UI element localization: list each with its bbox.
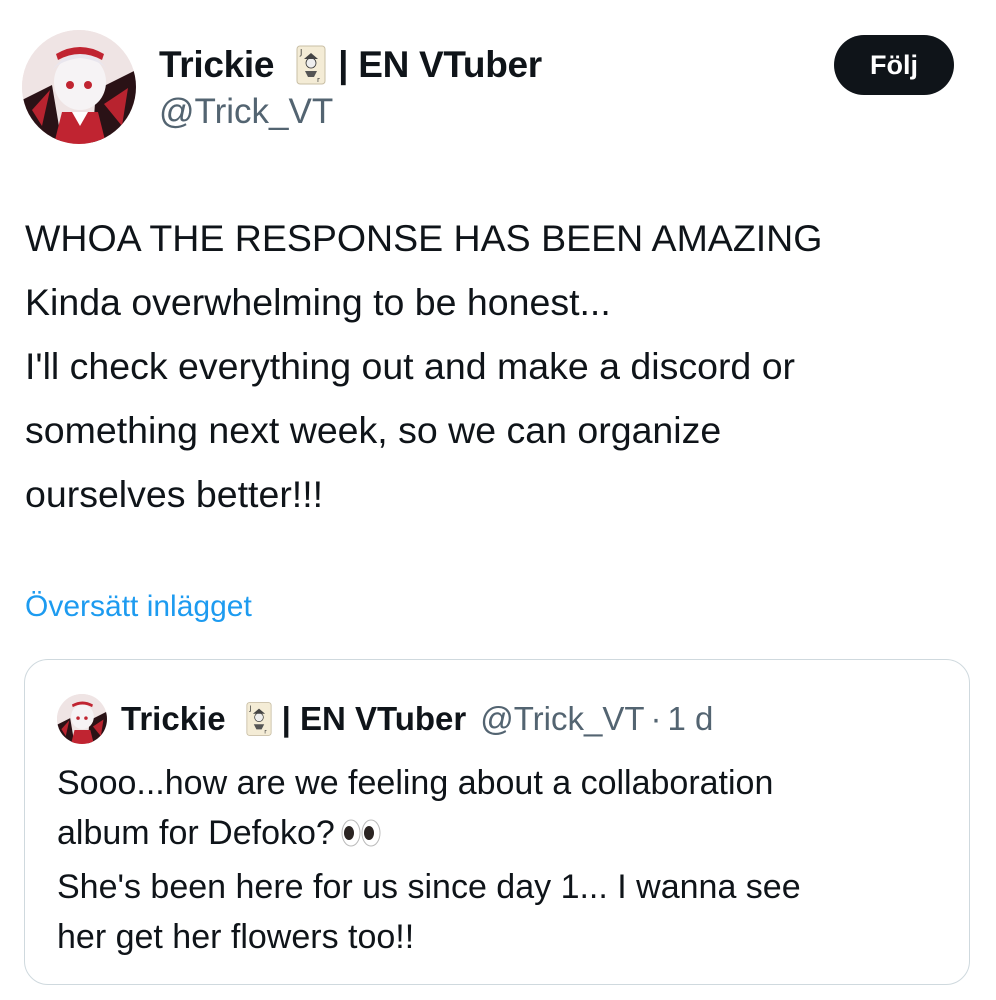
- tweet-line: WHOA THE RESPONSE HAS BEEN AMAZING: [25, 217, 823, 259]
- quoted-tweet-line: Sooo...how are we feeling about a collab…: [57, 764, 774, 802]
- follow-button[interactable]: Följ: [834, 35, 954, 95]
- translate-post-link[interactable]: Översätt inlägget: [25, 590, 252, 624]
- separator-dot: ·: [650, 700, 662, 737]
- svg-text:J: J: [248, 704, 251, 712]
- quoted-author-name-suffix[interactable]: | EN VTuber: [282, 700, 467, 738]
- author-name-suffix[interactable]: | EN VTuber: [338, 44, 542, 86]
- quoted-author-avatar[interactable]: [57, 694, 107, 744]
- tweet-line: something next week, so we can organize: [25, 409, 722, 451]
- svg-text:r: r: [317, 76, 320, 84]
- author-display-name[interactable]: Trickie: [159, 44, 274, 86]
- quoted-tweet-timestamp[interactable]: 1 d: [668, 700, 714, 738]
- tweet-line: Kinda overwhelming to be honest...: [25, 281, 611, 323]
- quoted-tweet-text: Sooo...how are we feeling about a collab…: [57, 758, 957, 962]
- quoted-tweet-line: her get her flowers too!!: [57, 918, 415, 956]
- quoted-author-handle[interactable]: @Trick_VT: [480, 700, 644, 738]
- tweet-text: WHOA THE RESPONSE HAS BEEN AMAZING Kinda…: [25, 206, 965, 526]
- quoted-tweet-line-text: album for Defoko?: [57, 814, 335, 852]
- author-handle[interactable]: @Trick_VT: [159, 92, 333, 132]
- tweet-line: I'll check everything out and make a dis…: [25, 345, 796, 387]
- quoted-tweet-line: She's been here for us since day 1... I …: [57, 868, 801, 906]
- joker-card-icon: J r: [296, 45, 326, 85]
- author-name-row[interactable]: Trickie J r | EN VTuber: [159, 44, 542, 86]
- svg-text:J: J: [299, 48, 302, 57]
- joker-card-icon: J r: [246, 701, 272, 737]
- eyes-emoji-icon: [341, 812, 381, 862]
- tweet-header: Trickie J r | EN VTuber @Trick_VT Följ: [22, 30, 954, 150]
- author-avatar[interactable]: [22, 30, 136, 144]
- quoted-tweet-card[interactable]: Trickie J r | EN VTuber @Trick_VT · 1 d …: [24, 659, 970, 985]
- tweet-line: ourselves better!!!: [25, 473, 324, 515]
- quoted-tweet-line: album for Defoko?: [57, 808, 957, 862]
- quoted-tweet-header: Trickie J r | EN VTuber @Trick_VT · 1 d: [57, 694, 713, 744]
- quoted-author-display-name[interactable]: Trickie: [121, 700, 226, 738]
